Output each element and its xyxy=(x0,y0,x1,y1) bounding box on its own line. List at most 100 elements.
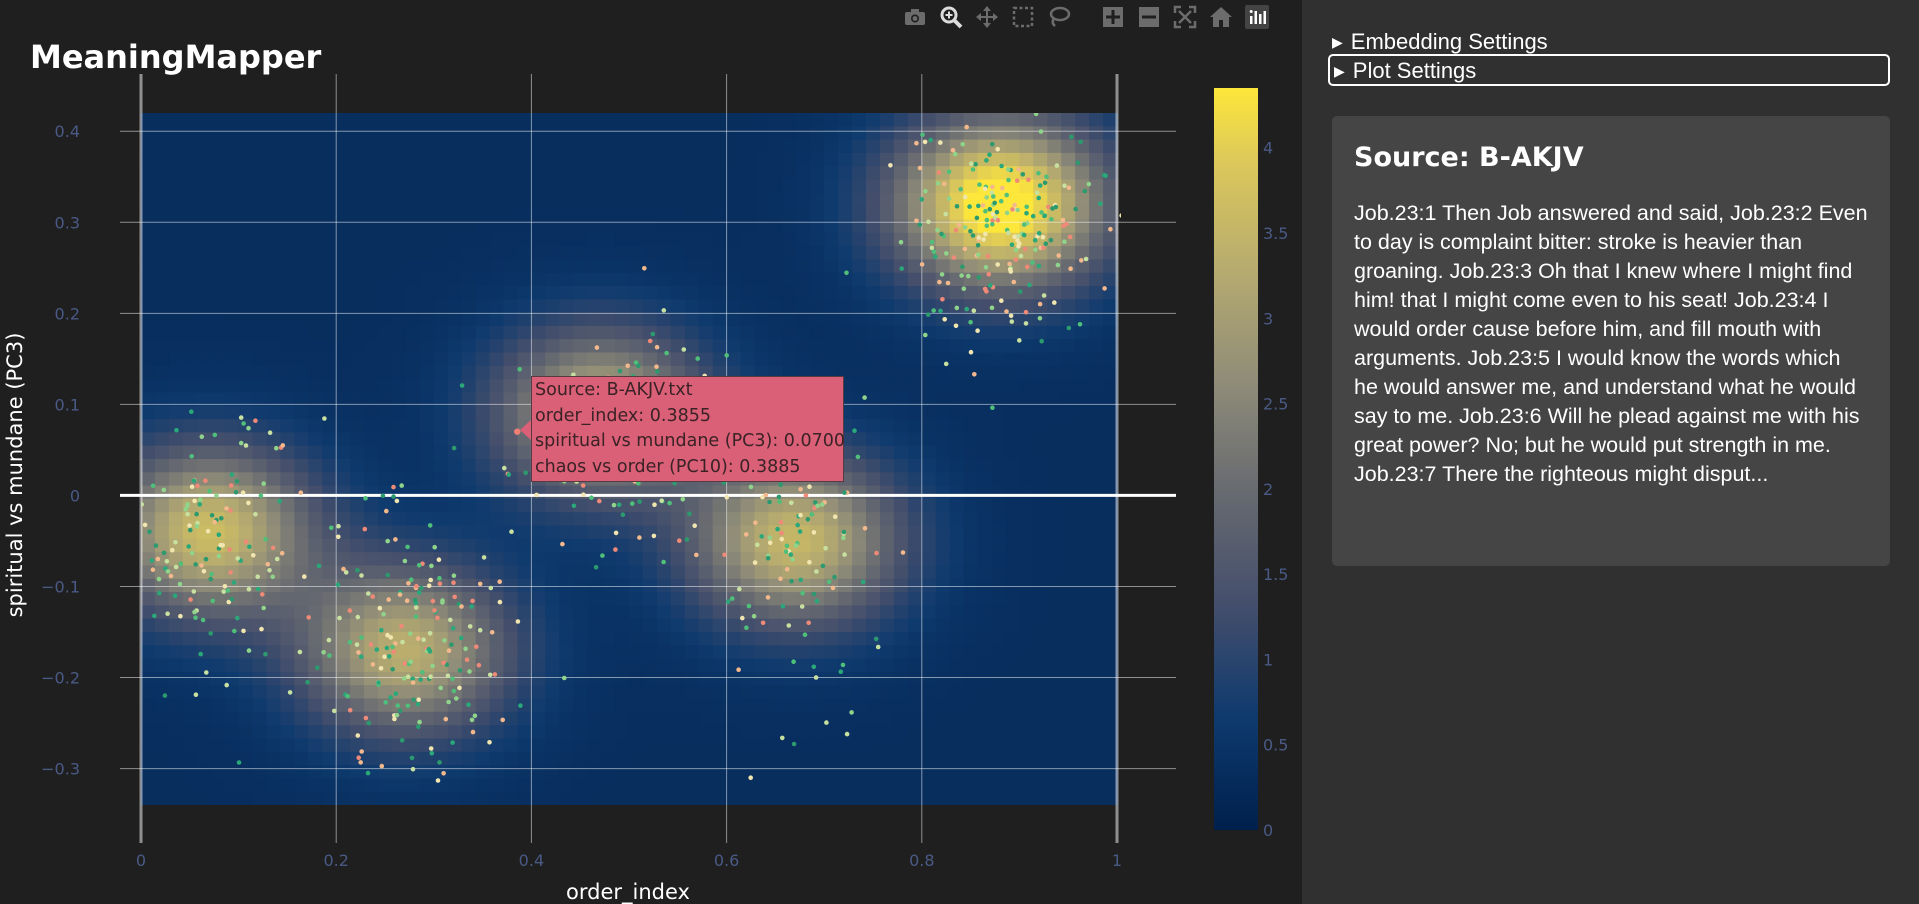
heatmap-cell xyxy=(238,778,254,793)
heatmap-cell xyxy=(796,179,811,194)
data-point xyxy=(246,500,251,506)
embedding-settings-section[interactable]: ▶ Embedding Settings xyxy=(1328,28,1888,55)
plot-settings-section[interactable]: ▶ Plot Settings xyxy=(1328,54,1890,86)
heatmap-cell xyxy=(545,259,560,274)
heatmap-cell xyxy=(545,113,560,128)
data-point xyxy=(642,266,647,271)
heatmap-cell xyxy=(238,259,254,274)
heatmap-cell xyxy=(698,738,714,753)
plot-settings-toggle[interactable]: ▶ Plot Settings xyxy=(1330,56,1888,84)
heatmap-cell xyxy=(308,552,323,567)
heatmap-cell xyxy=(308,232,323,247)
heatmap-cell xyxy=(866,299,881,314)
heatmap-cell xyxy=(824,725,839,740)
heatmap-cell xyxy=(308,645,323,660)
heatmap-cell xyxy=(1019,632,1035,647)
heatmap-cell xyxy=(294,432,310,447)
data-point xyxy=(1026,177,1031,183)
heatmap-cell xyxy=(949,419,965,434)
heatmap-cell xyxy=(852,206,867,221)
heatmap-cell xyxy=(1075,192,1090,207)
heatmap-cell xyxy=(322,272,337,287)
heatmap-cell xyxy=(796,498,811,513)
heatmap-cell xyxy=(1089,126,1104,141)
heatmap-cell xyxy=(656,192,672,207)
data-point xyxy=(647,338,653,344)
heatmap-cell xyxy=(615,312,630,327)
heatmap-cell xyxy=(726,738,742,753)
heatmap-cell xyxy=(224,419,240,434)
heatmap-cell xyxy=(1061,658,1076,673)
heatmap-cell xyxy=(168,578,184,593)
data-point xyxy=(235,556,240,561)
heatmap-cell xyxy=(824,685,839,700)
heatmap-cell xyxy=(154,658,170,673)
heatmap-cell xyxy=(308,738,323,753)
data-point xyxy=(427,649,433,654)
heatmap-cell xyxy=(294,272,310,287)
tooltip-order-index: order_index: 0.3855 xyxy=(535,405,711,426)
heatmap-cell xyxy=(656,698,672,713)
heatmap-cell xyxy=(935,432,951,447)
heatmap-cell xyxy=(531,592,547,607)
heatmap-cell xyxy=(810,698,825,713)
heatmap-cell xyxy=(545,538,560,553)
heatmap-cell xyxy=(447,152,463,167)
data-point xyxy=(534,492,539,498)
heatmap-cell xyxy=(587,605,602,620)
y-tick-label: 0.3 xyxy=(55,213,80,232)
heatmap-cell xyxy=(1033,565,1048,580)
heatmap-cell xyxy=(224,632,240,647)
heatmap-cell xyxy=(949,778,965,793)
heatmap-cell xyxy=(684,113,700,128)
heatmap-cell xyxy=(141,538,156,553)
heatmap-cell xyxy=(517,259,533,274)
heatmap-cell xyxy=(949,685,965,700)
heatmap-cell xyxy=(754,738,770,753)
heatmap-cell xyxy=(1089,751,1104,766)
data-point xyxy=(962,246,968,252)
data-point xyxy=(243,443,249,448)
heatmap-cell xyxy=(392,272,407,287)
heatmap-cell xyxy=(168,791,184,805)
heatmap-cell xyxy=(615,179,630,194)
heatmap-cell xyxy=(893,246,909,261)
heatmap-cell xyxy=(559,485,574,500)
heatmap-cell xyxy=(559,192,574,207)
heatmap-cell xyxy=(810,325,825,340)
heatmap-cell xyxy=(461,339,477,354)
heatmap-cell xyxy=(754,259,770,274)
heatmap-cell xyxy=(1047,618,1062,633)
heatmap-cell xyxy=(1047,152,1062,167)
heatmap-cell xyxy=(907,472,923,487)
colorbar-tick-label: 2 xyxy=(1263,480,1273,499)
heatmap-cell xyxy=(461,352,477,367)
data-point xyxy=(1083,256,1089,262)
heatmap-cell xyxy=(1047,405,1062,420)
embedding-settings-toggle[interactable]: ▶ Embedding Settings xyxy=(1328,28,1888,55)
heatmap-cell xyxy=(573,206,588,221)
data-point xyxy=(560,541,565,547)
heatmap-cell xyxy=(364,259,379,274)
heatmap-cell xyxy=(266,113,282,128)
heatmap-cell xyxy=(447,352,463,367)
heatmap-cell xyxy=(977,299,993,314)
heatmap-cell xyxy=(447,498,463,513)
heatmap-cell xyxy=(880,685,895,700)
heatmap-cell xyxy=(392,379,407,394)
heatmap-cell xyxy=(280,232,296,247)
y-axis-ticks: −0.3−0.2−0.100.10.20.30.4 xyxy=(41,122,80,778)
heatmap-cell xyxy=(921,339,937,354)
heatmap-cell xyxy=(1047,325,1062,340)
heatmap-cell xyxy=(893,139,909,154)
heatmap-cell xyxy=(880,325,895,340)
heatmap-cell xyxy=(461,432,477,447)
heatmap-cell xyxy=(698,286,714,301)
heatmap-cell xyxy=(977,126,993,141)
data-point xyxy=(270,574,276,580)
heatmap-cell xyxy=(977,671,993,686)
data-point xyxy=(763,492,769,498)
heatmap-cell xyxy=(461,552,477,567)
data-point xyxy=(106,494,111,499)
heatmap-cell xyxy=(322,419,337,434)
